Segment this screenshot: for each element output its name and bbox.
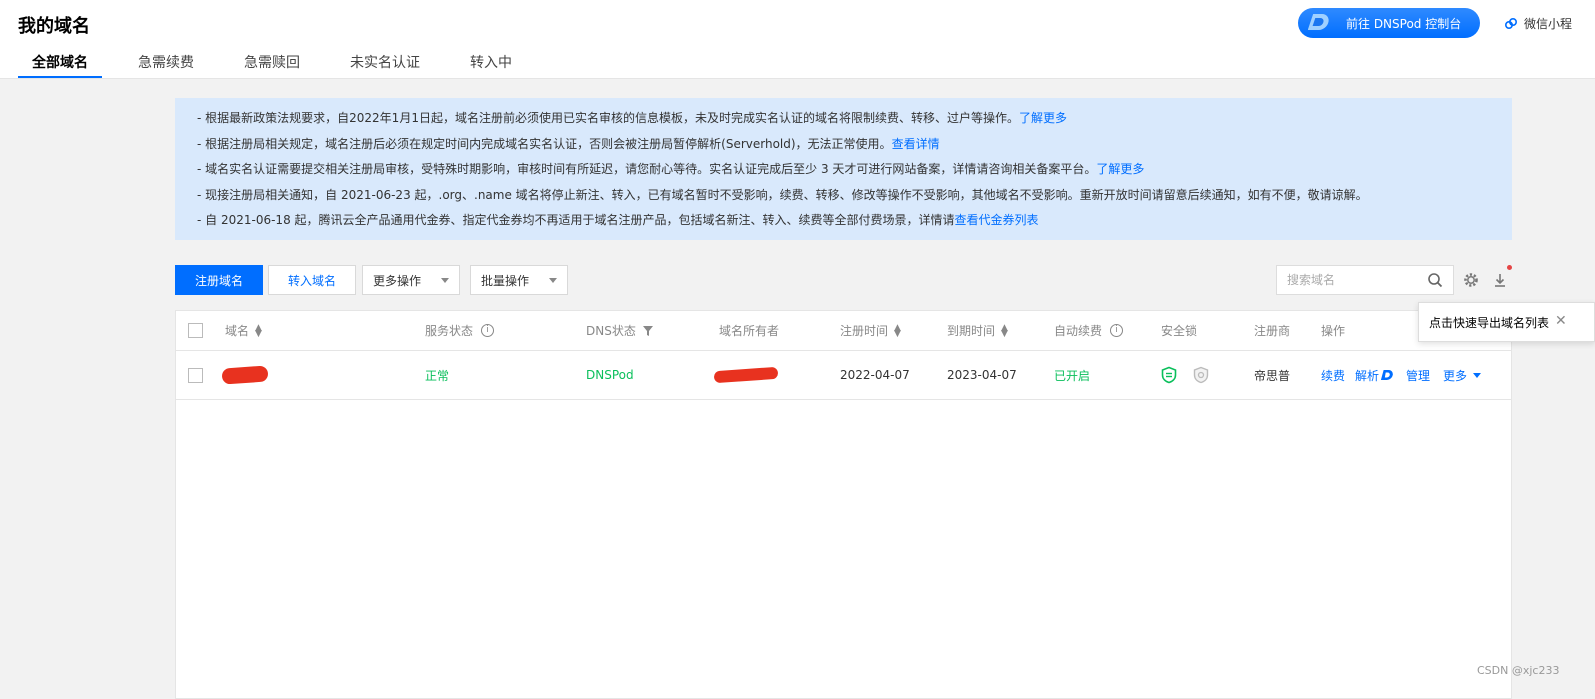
column-actions: 操作 — [1321, 324, 1346, 338]
dnspod-logo-icon — [1306, 8, 1336, 38]
dnspod-small-icon — [1381, 370, 1393, 380]
transfer-in-button[interactable]: 转入域名 — [268, 265, 356, 295]
caret-down-icon — [549, 277, 557, 283]
notice-line: - 根据最新政策法规要求，自2022年1月1日起，域名注册前必须使用已实名审核的… — [197, 111, 1067, 125]
security-lock-on-icon[interactable] — [1160, 366, 1178, 384]
export-tooltip: 点击快速导出域名列表 ✕ — [1418, 302, 1595, 342]
dnspod-console-label: 前往 DNSPod 控制台 — [1346, 16, 1462, 31]
column-owner: 域名所有者 — [719, 324, 780, 338]
wechat-label: 微信小程 — [1524, 17, 1573, 31]
sort-icon: ▲ ▼ — [1001, 322, 1008, 339]
select-all-checkbox[interactable] — [188, 323, 203, 338]
caret-down-icon — [441, 277, 449, 283]
security-lock-off-icon[interactable] — [1192, 366, 1210, 384]
column-security-lock: 安全锁 — [1161, 324, 1198, 338]
search-icon[interactable] — [1427, 272, 1443, 288]
learn-more-link[interactable]: 了解更多 — [1019, 111, 1067, 125]
link-icon — [1504, 17, 1518, 29]
column-auto-renew: 自动续费 i — [1054, 311, 1124, 350]
column-service-status: 服务状态 i — [425, 311, 495, 350]
row-checkbox[interactable] — [188, 367, 203, 383]
tooltip-text: 点击快速导出域名列表 — [1429, 315, 1550, 330]
close-icon[interactable]: ✕ — [1555, 313, 1567, 329]
table-row: 正常 DNSPod 2022-04-07 2023-04-07 已开启 帝思普 … — [176, 351, 1511, 400]
notice-line: - 现接注册局相关通知，自 2021-06-23 起，.org、.name 域名… — [197, 187, 1368, 202]
renew-link[interactable]: 续费 — [1321, 367, 1345, 384]
more-operations-label: 更多操作 — [373, 273, 422, 288]
column-expire-time[interactable]: 到期时间 ▲ ▼ — [947, 311, 1008, 350]
view-details-link[interactable]: 查看详情 — [892, 137, 940, 151]
page-title: 我的域名 — [18, 16, 90, 37]
batch-operations-dropdown[interactable]: 批量操作 — [470, 265, 568, 295]
tab-bar: 全部域名 急需续费 急需赎回 未实名认证 转入中 — [18, 54, 548, 78]
filter-icon[interactable] — [642, 325, 654, 337]
tab-all-domains[interactable]: 全部域名 — [18, 54, 102, 78]
row-actions: 续费 解析 管理 更多 — [1321, 351, 1482, 399]
wechat-miniprogram-link[interactable]: 微信小程 — [1504, 15, 1595, 32]
notification-dot — [1507, 265, 1512, 270]
caret-down-icon — [1473, 372, 1482, 378]
resolve-link[interactable]: 解析 — [1355, 367, 1395, 384]
notice-line: - 域名实名认证需要提交相关注册局审核，受特殊时期影响，审核时间有所延迟，请您耐… — [197, 162, 1145, 176]
reg-time-value: 2022-04-07 — [840, 368, 910, 382]
sort-icon: ▲ ▼ — [894, 322, 901, 339]
watermark: CSDN @xjc233 — [1477, 664, 1560, 677]
dnspod-console-button[interactable]: 前往 DNSPod 控制台 — [1298, 8, 1480, 38]
top-bar: 我的域名 全部域名 急需续费 急需赎回 未实名认证 转入中 前往 DNSPod … — [0, 0, 1595, 79]
column-dns-status: DNS状态 — [586, 311, 654, 350]
search-box — [1276, 265, 1454, 295]
service-status-value: 正常 — [425, 368, 450, 383]
more-operations-dropdown[interactable]: 更多操作 — [362, 265, 460, 295]
column-reg-time[interactable]: 注册时间 ▲ ▼ — [840, 311, 901, 350]
redacted-owner-name — [713, 366, 779, 384]
redacted-domain-name — [221, 365, 269, 385]
tab-transferring[interactable]: 转入中 — [456, 54, 526, 78]
auto-renew-value: 已开启 — [1054, 368, 1091, 383]
notice-line: - 根据注册局相关规定，域名注册后必须在规定时间内完成域名实名认证，否则会被注册… — [197, 136, 940, 151]
info-icon[interactable]: i — [481, 324, 495, 337]
register-domain-button[interactable]: 注册域名 — [175, 265, 263, 295]
tab-urgent-redeem[interactable]: 急需赎回 — [230, 54, 314, 78]
gear-icon[interactable] — [1462, 271, 1480, 289]
download-icon[interactable] — [1491, 271, 1509, 289]
domain-table: 域名 ▲ ▼ 服务状态 i DNS状态 域名所有者 注册时间 ▲ ▼ 到期时间 ▲ ▼ 自动续… — [175, 310, 1512, 699]
tab-urgent-renew[interactable]: 急需续费 — [124, 54, 208, 78]
manage-link[interactable]: 管理 — [1406, 367, 1430, 384]
tab-unverified[interactable]: 未实名认证 — [336, 54, 434, 78]
notice-banner: - 根据最新政策法规要求，自2022年1月1日起，域名注册前必须使用已实名审核的… — [175, 98, 1512, 240]
table-header: 域名 ▲ ▼ 服务状态 i DNS状态 域名所有者 注册时间 ▲ ▼ 到期时间 ▲ ▼ 自动续… — [176, 311, 1511, 351]
sort-icon: ▲ ▼ — [255, 322, 262, 339]
notice-line: - 自 2021-06-18 起，腾讯云全产品通用代金券、指定代金券均不再适用于… — [197, 213, 1039, 227]
learn-more-link[interactable]: 了解更多 — [1096, 162, 1144, 176]
batch-operations-label: 批量操作 — [481, 273, 530, 288]
column-domain[interactable]: 域名 ▲ ▼ — [225, 311, 262, 350]
expire-time-value: 2023-04-07 — [947, 368, 1017, 382]
dns-status-value: DNSPod — [586, 368, 634, 382]
search-input[interactable] — [1287, 273, 1422, 287]
column-registrar: 注册商 — [1254, 324, 1291, 338]
voucher-list-link[interactable]: 查看代金券列表 — [955, 213, 1039, 227]
registrar-value: 帝思普 — [1254, 368, 1291, 383]
more-actions-dropdown[interactable]: 更多 — [1443, 367, 1482, 384]
info-icon[interactable]: i — [1110, 324, 1124, 337]
